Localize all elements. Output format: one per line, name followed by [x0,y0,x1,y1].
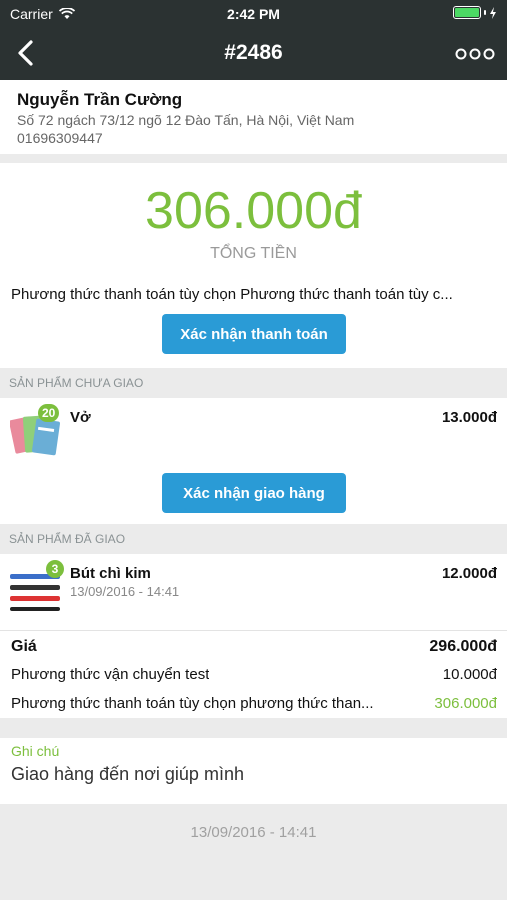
product-price: 13.000đ [441,409,497,426]
order-date: 13/09/2016 - 14:41 [190,824,317,841]
delivered-list: 3 Bút chì kim 13/09/2016 - 14:41 12.000đ [0,554,507,630]
customer-info: Nguyễn Trần Cường Số 72 ngách 73/12 ngõ … [0,80,507,154]
customer-name: Nguyễn Trần Cường [17,90,183,109]
total-label: TỔNG TIỀN [210,245,297,262]
confirm-payment-button[interactable]: Xác nhận thanh toán [162,314,346,354]
shipping-label: Phương thức vận chuyển test [11,666,210,683]
ellipsis-icon[interactable] [455,42,495,66]
payment-label: Phương thức thanh toán tùy chọn phương t… [11,695,374,712]
subtotal-label: Giá [11,638,37,655]
shipping-row: Phương thức vận chuyển test 10.000đ [11,666,497,683]
subtotal-row: Giá 296.000đ [11,638,497,656]
customer-address: Số 72 ngách 73/12 ngõ 12 Đào Tấn, Hà Nội… [17,112,355,128]
customer-phone[interactable]: 01696309447 [17,130,490,146]
undelivered-list: 20 Vở 13.000đ Xác nhận giao hàng [0,398,507,524]
product-name: Vở [70,409,91,426]
page-title: #2486 [224,41,283,64]
delivered-section-header: SẢN PHẨM ĐÃ GIAO [9,532,126,546]
quantity-badge: 3 [46,560,64,578]
payment-row: Phương thức thanh toán tùy chọn phương t… [11,695,497,712]
shipping-value: 10.000đ [442,666,497,683]
note-card: Ghi chú Giao hàng đến nơi giúp mình [0,738,507,804]
undelivered-section-header: SẢN PHẨM CHƯA GIAO [9,376,144,390]
order-total-card: 306.000đ TỔNG TIỀN Phương thức thanh toá… [0,163,507,368]
nav-bar: #2486 [0,28,507,80]
delivery-date: 13/09/2016 - 14:41 [70,584,180,599]
quantity-badge: 20 [38,404,60,422]
price-summary: Giá 296.000đ Phương thức vận chuyển test… [0,630,507,718]
status-time: 2:42 PM [227,6,280,22]
subtotal-value: 296.000đ [429,638,497,655]
status-bar: Carrier 2:42 PM [0,0,507,28]
battery-icon [453,6,497,19]
payment-method-text: Phương thức thanh toán tùy chọn Phương t… [11,286,453,303]
confirm-delivery-button[interactable]: Xác nhận giao hàng [162,473,346,513]
payment-value: 306.000đ [434,695,497,712]
product-name: Bút chì kim [70,565,151,582]
product-price: 12.000đ [441,565,497,582]
note-text: Giao hàng đến nơi giúp mình [11,764,244,784]
total-amount: 306.000đ [145,182,362,240]
note-label: Ghi chú [11,743,60,759]
